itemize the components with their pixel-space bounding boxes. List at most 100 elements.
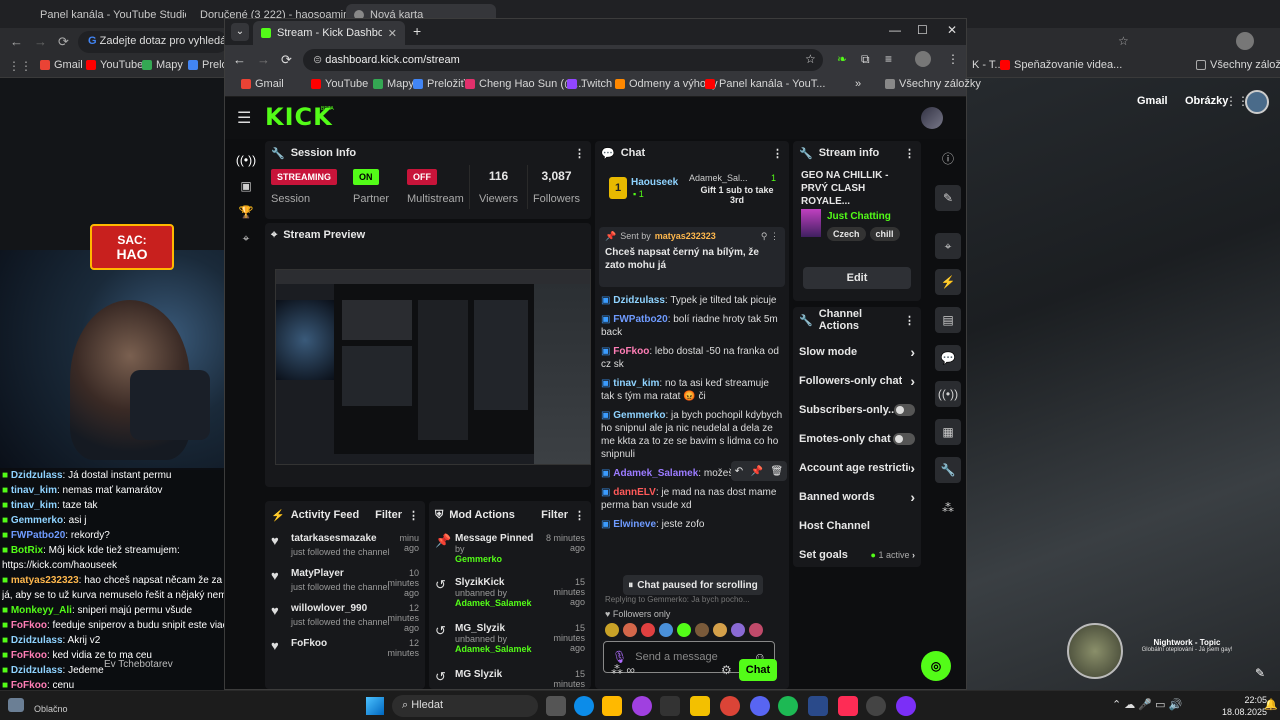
- chat-username[interactable]: Elwineve: [613, 519, 656, 530]
- points-icon[interactable]: ⁂ ∞: [611, 663, 635, 677]
- emote-icon[interactable]: [677, 623, 691, 637]
- media-icon[interactable]: ≡: [885, 52, 892, 66]
- bookmark-item[interactable]: Panel kanála - YouT...: [705, 78, 825, 90]
- back-arrow-icon[interactable]: ←: [233, 52, 246, 67]
- bg-address-bar[interactable]: G Zadejte dotaz pro vyhledáv...: [78, 31, 228, 53]
- bookmark-item[interactable]: Preložiť: [413, 78, 465, 90]
- app-icon[interactable]: [632, 696, 652, 716]
- obs-icon[interactable]: [866, 696, 886, 716]
- taskbar-search[interactable]: ⌕ Hledat: [392, 695, 538, 717]
- mod-action-item[interactable]: 📌 Message Pinned by Gemmerko 8 minutes ago: [429, 529, 591, 573]
- chat-message[interactable]: ▣ FoFkoo: lebo dostal -50 na franka od c…: [595, 342, 789, 374]
- minimize-icon[interactable]: —: [889, 23, 901, 37]
- set-goals-row[interactable]: Set goals ● 1 active ›: [793, 540, 921, 567]
- kebab-menu-icon[interactable]: ⋮: [574, 147, 585, 160]
- delete-icon[interactable]: 🗑: [771, 466, 784, 477]
- bg-bookmark-spenazovanie[interactable]: Speňažovanie videa...: [1000, 59, 1122, 71]
- file-explorer-icon[interactable]: [690, 696, 710, 716]
- support-headset-icon[interactable]: ◎: [921, 651, 951, 681]
- channel-action-row[interactable]: Banned words ›: [793, 482, 921, 511]
- reload-icon[interactable]: ⟳: [58, 34, 69, 50]
- windows-start-icon[interactable]: [366, 697, 384, 715]
- menu-kebab-icon[interactable]: ⋮: [947, 52, 959, 66]
- bolt-icon[interactable]: ⚡: [935, 269, 961, 295]
- chat-paused-banner[interactable]: ⏸ Chat paused for scrolling: [623, 575, 763, 595]
- more-bookmarks-icon[interactable]: »: [855, 78, 861, 90]
- chat-username[interactable]: dannELV: [613, 487, 656, 498]
- capture-icon[interactable]: ⌖: [935, 233, 961, 259]
- app-icon[interactable]: [660, 696, 680, 716]
- chat-message[interactable]: ▣ dannELV: je mad na nas dost mame perma…: [595, 483, 789, 515]
- bookmark-item[interactable]: Mapy: [373, 78, 414, 90]
- weather-icon[interactable]: [8, 698, 24, 712]
- tray-icons[interactable]: ⌃ ☁ 🎤 ▭ 🔊: [1112, 698, 1182, 711]
- channel-action-row[interactable]: Subscribers-only...: [793, 395, 921, 424]
- task-view-icon[interactable]: [546, 696, 566, 716]
- capture-nav-icon[interactable]: ⌖: [233, 225, 259, 251]
- google-gmail-link[interactable]: Gmail: [1137, 95, 1168, 107]
- bg-bookmark-gmail[interactable]: Gmail: [40, 59, 83, 71]
- emote-icon[interactable]: [641, 623, 655, 637]
- address-bar[interactable]: ⊜ dashboard.kick.com/stream: [303, 49, 823, 71]
- activity-filter-button[interactable]: Filter: [375, 509, 402, 521]
- channel-action-row[interactable]: Host Channel: [793, 511, 921, 540]
- apps-grid-icon[interactable]: ⋮⋮: [8, 59, 32, 73]
- close-tab-icon[interactable]: ✕: [388, 27, 397, 40]
- notification-bell-icon[interactable]: 🔔: [1264, 698, 1278, 711]
- edit-stream-button[interactable]: Edit: [803, 267, 911, 289]
- profile-avatar[interactable]: [1236, 32, 1254, 50]
- kebab-menu-icon[interactable]: ⋮: [408, 509, 419, 522]
- chat-settings-gear-icon[interactable]: ⚙: [721, 663, 732, 677]
- mod-action-item[interactable]: ↺ MG_Slyzik unbanned by Adamek_Salamek 15 mi…: [429, 619, 591, 665]
- emote-icon[interactable]: [731, 623, 745, 637]
- chat-icon[interactable]: 💬: [935, 345, 961, 371]
- emote-icon[interactable]: [713, 623, 727, 637]
- channel-action-row[interactable]: Followers-only chat ›: [793, 366, 921, 395]
- unpin-icon[interactable]: ⚲ ⋮: [761, 231, 779, 242]
- tab-kick-dashboard[interactable]: Stream - Kick Dashboard ✕: [253, 21, 405, 45]
- mod-filter-button[interactable]: Filter: [541, 509, 568, 521]
- extensions-icon[interactable]: ⧉: [861, 52, 870, 67]
- chat-username[interactable]: Adamek_Salamek: [613, 468, 698, 479]
- discord-icon[interactable]: [750, 696, 770, 716]
- tiktok-icon[interactable]: [838, 696, 858, 716]
- notes-icon[interactable]: ▤: [935, 307, 961, 333]
- forward-arrow-icon[interactable]: →: [257, 52, 270, 67]
- reload-icon[interactable]: ⟳: [281, 52, 292, 68]
- edge-icon[interactable]: [574, 696, 594, 716]
- star-icon[interactable]: ☆: [805, 52, 816, 66]
- emote-icon[interactable]: [623, 623, 637, 637]
- chat-message[interactable]: ▣ Elwineve: jeste zofo: [595, 515, 789, 534]
- send-chat-button[interactable]: Chat: [739, 659, 777, 681]
- toggle-switch[interactable]: [893, 432, 915, 445]
- chat-message[interactable]: ▣ tinav_kim: no ta asi keď streamuje tak…: [595, 374, 789, 406]
- account-avatar[interactable]: [1245, 90, 1269, 114]
- activity-item[interactable]: ♥ willowlover_990 just followed the channe…: [265, 599, 425, 634]
- spotify-icon[interactable]: [778, 696, 798, 716]
- app-icon[interactable]: [808, 696, 828, 716]
- channel-action-row[interactable]: Slow mode ›: [793, 337, 921, 366]
- close-window-icon[interactable]: ✕: [947, 23, 957, 37]
- back-arrow-icon[interactable]: ←: [10, 34, 23, 49]
- bg-bookmark-youtube[interactable]: YouTube: [86, 59, 143, 71]
- activity-item[interactable]: ♥ tatarkasesmazakem01 just followed the ch…: [265, 529, 425, 564]
- chat-message[interactable]: ▣ FWPatbo20: bolí riadne hroty tak 5m ba…: [595, 310, 789, 342]
- chat-message[interactable]: ▣ Gemmerko: ja bych pochopil kdybych ho …: [595, 406, 789, 464]
- microphone-icon[interactable]: 🎙: [612, 650, 627, 664]
- new-tab-icon[interactable]: +: [413, 23, 421, 39]
- kebab-menu-icon[interactable]: ⋮: [904, 314, 915, 327]
- chat-messages[interactable]: ▣ Dzidzulass: Typek je tilted tak picuje…: [595, 291, 789, 561]
- pencil-icon[interactable]: ✎: [1255, 666, 1265, 680]
- profile-avatar[interactable]: [915, 51, 931, 67]
- kebab-menu-icon[interactable]: ⋮: [904, 147, 915, 160]
- bookmark-item[interactable]: Odmeny a výhody: [615, 78, 718, 90]
- maximize-icon[interactable]: ☐: [917, 23, 928, 37]
- forward-arrow-icon[interactable]: →: [34, 34, 47, 49]
- mod-action-item[interactable]: ↺ MG Slyzik 15 minutes: [429, 665, 591, 689]
- bookmark-item[interactable]: Twitch: [567, 78, 612, 90]
- clock[interactable]: 22:05 18.08.2025: [1222, 694, 1267, 718]
- extension-leaf-icon[interactable]: ❧: [837, 52, 847, 66]
- edit-pencil-icon[interactable]: ✎: [935, 185, 961, 211]
- trophy-nav-icon[interactable]: 🏆: [233, 199, 259, 225]
- emote-icon[interactable]: [659, 623, 673, 637]
